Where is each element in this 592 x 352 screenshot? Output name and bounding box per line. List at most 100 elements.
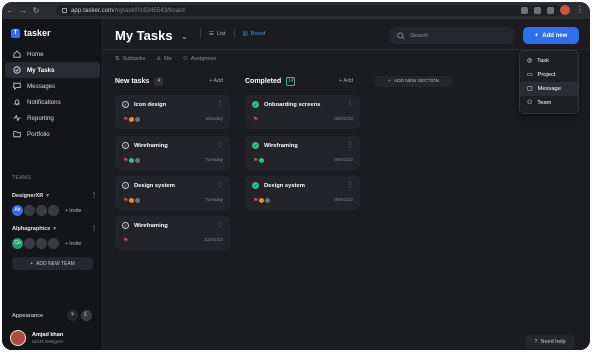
task-card[interactable]: ✓ Design system ⋮ ⚑ 08/01/22 (245, 176, 360, 210)
more-icon[interactable]: ⋮ (91, 192, 97, 199)
tab-list[interactable]: ☰ List (209, 31, 226, 37)
add-task-button[interactable]: + Add (339, 78, 353, 84)
back-icon[interactable]: ← (5, 6, 15, 16)
add-team-label: ADD NEW TEAM (36, 260, 75, 267)
avatar[interactable]: Cn (12, 238, 23, 249)
menu-item-task[interactable]: ◎ Task (520, 54, 578, 68)
sidebar-item-my-tasks[interactable]: My Tasks (5, 62, 100, 78)
check-icon[interactable]: ✓ (252, 101, 259, 108)
task-title: Icon design (134, 101, 167, 108)
more-icon[interactable]: ⋮ (91, 225, 97, 232)
profile-avatar[interactable] (560, 5, 570, 15)
divider (233, 29, 235, 38)
appearance-label: Appearance (12, 312, 44, 319)
url-path: /mytask/016345543/board (113, 7, 185, 14)
filter-assignees[interactable]: ⚇ Assignees (183, 56, 216, 62)
sidebar-item-label: Reporting (27, 114, 54, 122)
filter-label: Subtasks (122, 56, 146, 62)
task-card[interactable]: ✓ Icon design ⋮ ⚑ Monday (115, 95, 230, 129)
add-new-team-button[interactable]: + ADD NEW TEAM (12, 257, 93, 270)
check-icon[interactable]: ✓ (252, 182, 259, 189)
more-icon[interactable]: ⋮ (217, 100, 223, 107)
avatar[interactable] (24, 205, 35, 216)
browser-menu-icon[interactable]: ⋮ (576, 6, 584, 14)
plus-icon: + (387, 79, 391, 84)
menu-item-label: Message (537, 86, 562, 92)
browser-toolbar: ← → ↻ app.tasker.com/mytask/016345543/bo… (2, 2, 590, 19)
more-icon[interactable]: ⋮ (217, 141, 223, 148)
extensions-icon[interactable] (547, 6, 554, 14)
avatar[interactable] (24, 238, 35, 249)
task-card[interactable]: ✓ Onboarding screens ⋮ ⚑ 02/01/22 (245, 95, 360, 129)
task-card[interactable]: ✓ Design system ⋮ ⚑ Tuesday (115, 176, 230, 210)
filter-me[interactable]: ♙ Me (156, 56, 172, 62)
check-icon[interactable]: ✓ (122, 222, 129, 229)
list-icon: ☰ (209, 30, 214, 37)
sidebar-item-home[interactable]: Home (5, 46, 100, 62)
add-new-section-button[interactable]: + ADD NEW SECTION (375, 76, 452, 87)
chevron-down-icon[interactable]: ⌄ (181, 32, 188, 41)
more-icon[interactable]: ⋮ (217, 221, 223, 228)
due-date: 02/01/22 (334, 117, 353, 122)
column-title: New tasks (115, 78, 150, 85)
sidebar-item-messages[interactable]: Messages (5, 78, 100, 94)
chevron-down-icon[interactable]: ▾ (53, 226, 56, 232)
moon-icon[interactable]: ☾ (81, 310, 92, 321)
sidebar-item-portfolio[interactable]: Portfolio (5, 126, 100, 142)
check-icon[interactable]: ✓ (252, 142, 259, 149)
user-profile[interactable]: Amjad khan UI/UX Designer (10, 330, 63, 346)
sidebar-item-label: Messages (27, 82, 56, 90)
avatar[interactable] (48, 238, 59, 249)
chevron-down-icon[interactable]: ▾ (46, 193, 49, 199)
due-date: Tuesday (204, 198, 223, 203)
check-circle-icon: ◎ (527, 58, 533, 64)
add-task-button[interactable]: + Add (209, 78, 223, 84)
count-badge: 4 (154, 77, 164, 86)
team-name[interactable]: Alphagraphics (12, 226, 50, 232)
avatar[interactable]: Ab (12, 205, 23, 216)
check-icon[interactable]: ✓ (122, 142, 129, 149)
task-card[interactable]: ✓ Wireframing ⋮ ⚑ 05/01/22 (245, 136, 360, 170)
avatar[interactable] (36, 205, 47, 216)
menu-item-message[interactable]: ▢ Message (520, 82, 578, 96)
user-icon: ♙ (156, 56, 162, 62)
more-icon[interactable]: ⋮ (217, 181, 223, 188)
invite-link[interactable]: + Invite (65, 208, 81, 214)
check-icon[interactable]: ✓ (122, 101, 129, 108)
task-card[interactable]: ✓ Wireframing ⋮ ⚑ 12/01/22 (115, 216, 230, 250)
more-icon[interactable]: ⋮ (347, 100, 353, 107)
home-icon (12, 50, 21, 59)
menu-item-team[interactable]: ⚇ Team (520, 96, 578, 110)
sidebar-item-notifications[interactable]: Notifications (5, 94, 100, 110)
theme-toggle[interactable]: ☀ ☾ (67, 310, 92, 321)
message-icon: ▢ (527, 86, 533, 92)
forward-icon[interactable]: → (18, 6, 28, 16)
team-designerxr: DesignerXR ▾ ⋮ Ab + Invite (12, 192, 97, 216)
sidebar-item-reporting[interactable]: Reporting (5, 110, 100, 126)
filter-bar: ⇅ Subtasks ♙ Me ⚇ Assignees (115, 56, 216, 62)
avatar[interactable] (36, 238, 47, 249)
invite-link[interactable]: + Invite (65, 241, 81, 247)
team-name[interactable]: DesignerXR (12, 193, 43, 199)
need-help-button[interactable]: ? Need help (525, 335, 575, 349)
logo[interactable]: T tasker (11, 28, 51, 38)
task-title: Wireframing (264, 142, 298, 149)
reload-icon[interactable]: ↻ (31, 6, 41, 16)
share-icon[interactable] (521, 6, 528, 14)
add-new-button[interactable]: + Add new (523, 27, 579, 44)
filter-subtasks[interactable]: ⇅ Subtasks (115, 56, 145, 62)
avatar (134, 116, 142, 123)
sun-icon[interactable]: ☀ (67, 310, 78, 321)
more-icon[interactable]: ⋮ (347, 141, 353, 148)
check-icon[interactable]: ✓ (122, 182, 129, 189)
avatar[interactable] (48, 205, 59, 216)
due-date: 12/01/22 (204, 238, 223, 243)
avatar (134, 197, 142, 204)
task-card[interactable]: ✓ Wireframing ⋮ ⚑ Tuesday (115, 136, 230, 170)
star-icon[interactable] (534, 6, 541, 14)
address-bar[interactable]: app.tasker.com/mytask/016345543/board (56, 5, 562, 16)
search-input[interactable]: Search (390, 27, 514, 44)
more-icon[interactable]: ⋮ (347, 181, 353, 188)
tab-board[interactable]: ▥ Board (243, 31, 266, 37)
menu-item-project[interactable]: ▭ Project (520, 68, 578, 82)
